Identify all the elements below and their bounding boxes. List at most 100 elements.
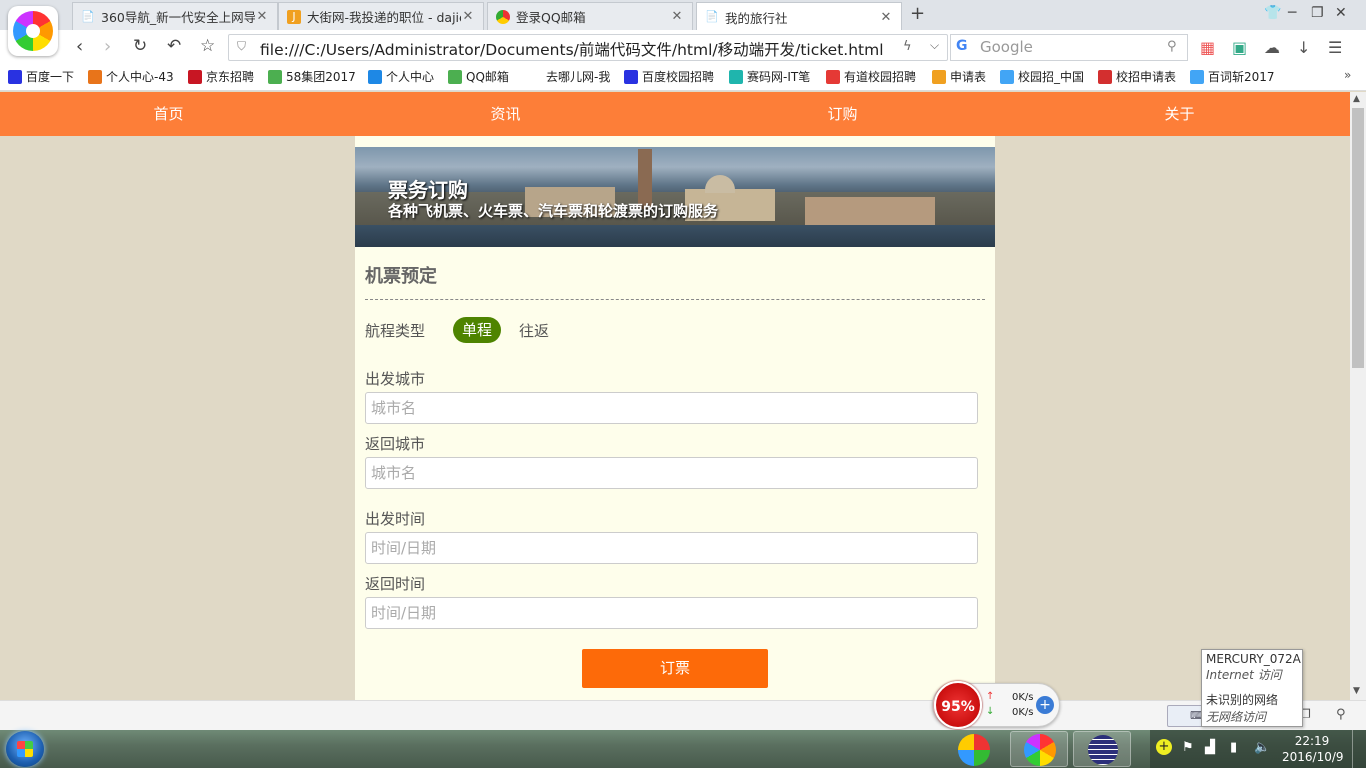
bookmark-item[interactable]: 百词斩2017 xyxy=(1190,68,1275,85)
forward-icon[interactable]: › xyxy=(104,36,111,57)
add-icon[interactable]: + xyxy=(1156,739,1172,755)
zhao-icon xyxy=(1000,69,1014,84)
nav-home[interactable]: 首页 xyxy=(0,92,337,136)
shirt-skin-icon[interactable]: 👕 xyxy=(1264,5,1281,21)
network-status-3: 无网络访问 xyxy=(1206,710,1267,724)
taskbar-eclipse[interactable] xyxy=(1073,731,1131,767)
window-close-icon[interactable]: ✕ xyxy=(1335,5,1347,21)
saima-icon xyxy=(729,69,743,84)
bookmark-item[interactable]: 有道校园招聘 xyxy=(826,68,916,85)
network-status-1: Internet 访问 xyxy=(1206,668,1282,682)
download-arrow-icon: ↓ xyxy=(986,706,995,717)
windows-logo-icon xyxy=(17,741,33,757)
bookmark-item[interactable]: 个人中心 xyxy=(368,68,434,85)
show-desktop-button[interactable] xyxy=(1352,730,1366,768)
close-icon[interactable]: ✕ xyxy=(461,9,475,24)
tab-travel-agency[interactable]: 📄 我的旅行社 ✕ xyxy=(696,2,902,31)
close-icon[interactable]: ✕ xyxy=(670,9,684,24)
nav-news[interactable]: 资讯 xyxy=(337,92,674,136)
bookmark-label: 申请表 xyxy=(950,70,987,84)
book-ticket-button[interactable]: 订票 xyxy=(582,649,768,688)
cloud-icon[interactable]: ☁ xyxy=(1264,38,1280,57)
search-icon[interactable]: ⚲ xyxy=(1167,39,1177,54)
tab-dajie[interactable]: J 大街网-我投递的职位 - dajie ✕ xyxy=(278,2,484,30)
bookmark-item[interactable]: QQ邮箱 xyxy=(448,68,509,85)
upload-speed: 0K/s xyxy=(1012,692,1034,703)
bookmark-label: QQ邮箱 xyxy=(466,70,509,84)
trip-oneway-toggle[interactable]: 单程 xyxy=(453,317,501,343)
return-time-input[interactable] xyxy=(365,597,978,629)
url-text[interactable]: file:///C:/Users/Administrator/Documents… xyxy=(260,38,884,60)
bookmark-item[interactable]: 去哪儿网-我 xyxy=(546,68,610,85)
return-time-label: 返回时间 xyxy=(365,575,426,593)
bookmark-item[interactable]: 校招申请表 xyxy=(1098,68,1176,85)
youdao-icon xyxy=(826,69,840,84)
scroll-down-icon[interactable]: ▼ xyxy=(1353,686,1360,696)
banner-subtitle: 各种飞机票、火车票、汽车票和轮渡票的订购服务 xyxy=(388,202,719,220)
start-button[interactable] xyxy=(6,731,44,767)
more-bookmarks-icon[interactable]: » xyxy=(1344,68,1351,82)
bookmark-label: 百度一下 xyxy=(26,70,75,84)
bookmark-label: 个人中心 xyxy=(386,70,435,84)
scrollbar-thumb[interactable] xyxy=(1352,108,1364,368)
image-icon[interactable]: ▣ xyxy=(1232,38,1247,57)
jd-icon xyxy=(188,69,202,84)
dashed-divider xyxy=(365,299,985,300)
star-icon[interactable]: ☆ xyxy=(200,36,215,56)
bookmark-item[interactable]: 百度校园招聘 xyxy=(624,68,714,85)
zhao-icon xyxy=(1190,69,1204,84)
maximize-icon[interactable]: ❐ xyxy=(1311,5,1324,21)
bookmark-item[interactable]: 校园招_中国 xyxy=(1000,68,1084,85)
return-city-input[interactable] xyxy=(365,457,978,489)
scroll-up-icon[interactable]: ▲ xyxy=(1353,94,1360,104)
minimize-icon[interactable]: ─ xyxy=(1288,5,1296,21)
bookmark-item[interactable]: 58集团2017 xyxy=(268,68,356,85)
chevron-down-icon[interactable]: ⌵ xyxy=(930,38,939,53)
undo-icon[interactable]: ↶ xyxy=(167,36,181,56)
menu-icon[interactable]: ☰ xyxy=(1328,38,1342,57)
close-icon[interactable]: ✕ xyxy=(879,10,893,25)
shield-icon: ⛉ xyxy=(237,39,247,53)
trip-round-toggle[interactable]: 往返 xyxy=(519,320,549,341)
upload-arrow-icon: ↑ xyxy=(986,691,995,702)
bookmark-label: 有道校园招聘 xyxy=(844,70,917,84)
eclipse-icon xyxy=(1088,735,1118,765)
new-tab-button[interactable]: + xyxy=(910,3,925,24)
speed-percent[interactable]: 95% xyxy=(934,681,982,729)
tab-qqmail[interactable]: 登录QQ邮箱 ✕ xyxy=(487,2,693,30)
bookmark-item[interactable]: 百度一下 xyxy=(8,68,74,85)
page-icon: 📄 xyxy=(81,9,95,23)
browser-logo-icon[interactable] xyxy=(8,6,58,56)
nav-order[interactable]: 订购 xyxy=(674,92,1011,136)
download-icon[interactable]: ↓ xyxy=(1297,38,1310,57)
network-signal-icon[interactable]: ▟ xyxy=(1205,740,1215,755)
bookmark-item[interactable]: 赛码网-IT笔 xyxy=(729,68,810,85)
search-placeholder: Google xyxy=(980,38,1033,56)
bookmark-item[interactable]: 个人中心-43 xyxy=(88,68,174,85)
departure-city-input[interactable] xyxy=(365,392,978,424)
nav-about[interactable]: 关于 xyxy=(1011,92,1348,136)
bookmark-item[interactable]: 申请表 xyxy=(932,68,986,85)
flag-icon[interactable]: ⚑ xyxy=(1182,740,1194,755)
bookmark-label: 百度校园招聘 xyxy=(642,70,715,84)
clock-time: 22:19 xyxy=(1294,734,1330,748)
app-360-icon[interactable] xyxy=(958,734,990,766)
taskbar-browser[interactable] xyxy=(1010,731,1068,767)
back-icon[interactable]: ‹ xyxy=(76,36,83,57)
network-name: MERCURY_072A xyxy=(1206,652,1301,666)
plus-icon[interactable]: + xyxy=(1036,696,1054,714)
battery-icon[interactable]: ▮ xyxy=(1230,740,1237,755)
bookmark-item[interactable]: 京东招聘 xyxy=(188,68,254,85)
tab-360-nav[interactable]: 📄 360导航_新一代安全上网导航 ✕ xyxy=(72,2,278,30)
clock[interactable]: 22:19 2016/10/9 xyxy=(1282,733,1344,765)
departure-time-input[interactable] xyxy=(365,532,978,564)
reload-icon[interactable]: ↻ xyxy=(133,36,147,56)
page-icon: 📄 xyxy=(705,10,719,23)
apps-grid-icon[interactable]: ▦ xyxy=(1200,38,1215,57)
banner-title: 票务订购 xyxy=(388,178,468,202)
status-bar xyxy=(0,700,1366,730)
close-icon[interactable]: ✕ xyxy=(255,9,269,24)
lightning-icon[interactable]: ϟ xyxy=(903,39,912,54)
zoom-icon[interactable]: ⚲ xyxy=(1336,707,1346,722)
volume-icon[interactable]: 🔈 xyxy=(1254,740,1270,755)
